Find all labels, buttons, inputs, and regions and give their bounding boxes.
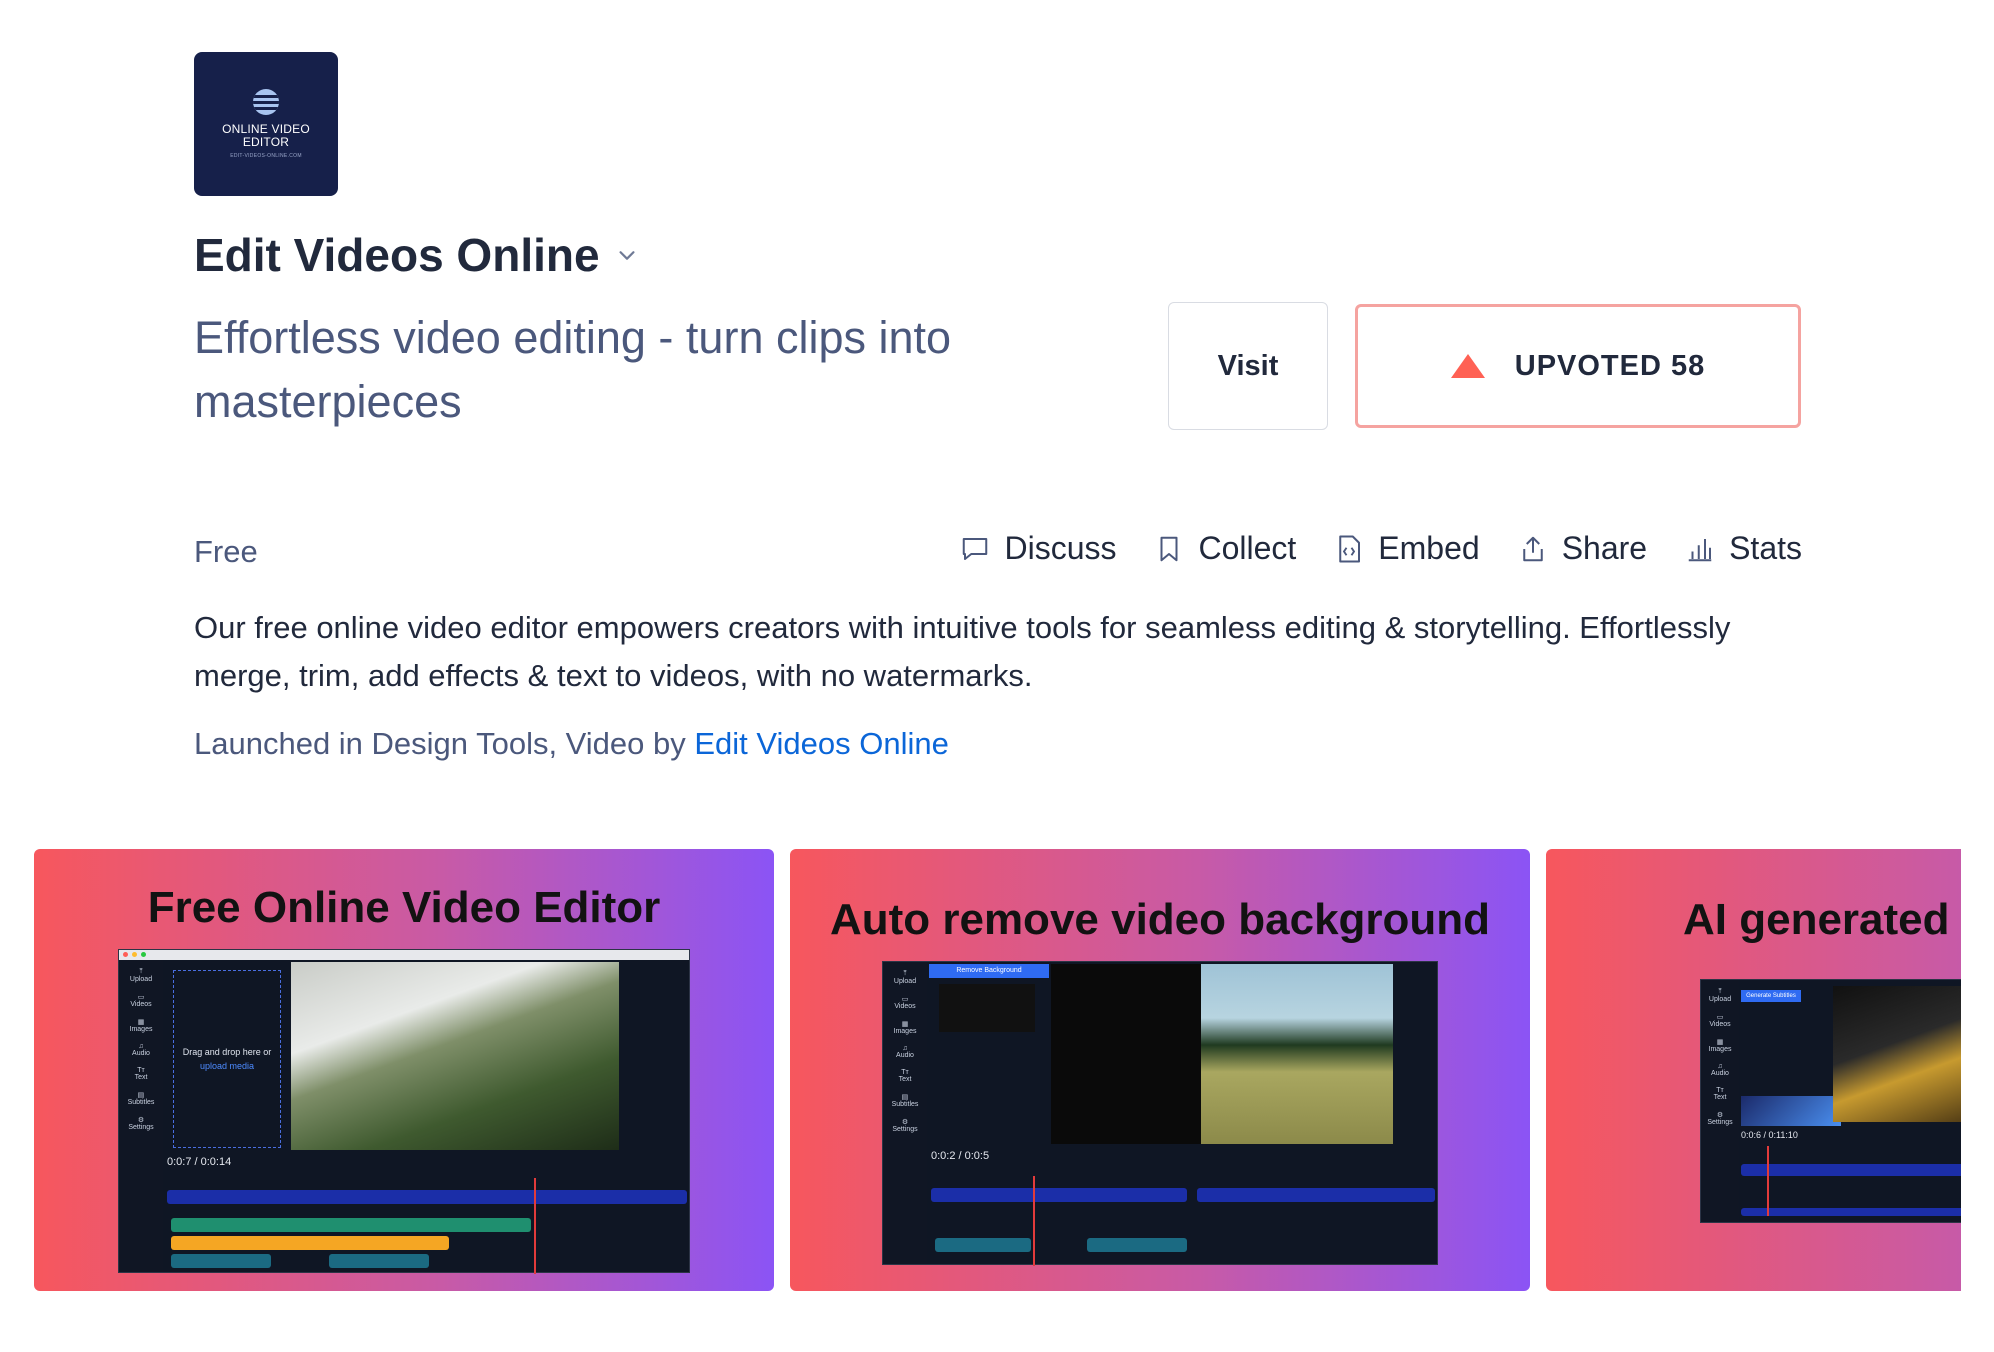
share-icon [1522, 536, 1543, 561]
editor-screenshot: ⤒ Upload ▭ Videos ▦ Images ♫ Audio Tт Text ▤ Subtit… [882, 961, 1438, 1266]
product-tagline: Effortless video editing - turn clips in… [194, 312, 952, 427]
maker-link[interactable]: Edit Videos Online [694, 726, 948, 761]
share-button[interactable]: Share [1518, 530, 1647, 567]
product-logo[interactable]: ONLINE VIDEO EDITOR EDIT-VIDEOS-ONLINE.C… [194, 52, 338, 196]
embed-button[interactable]: Embed [1334, 530, 1480, 567]
chevron-down-icon[interactable] [616, 244, 638, 266]
gallery-card-title: Free Online Video Editor [147, 883, 661, 932]
bar-chart-icon [1688, 538, 1712, 561]
upvote-label: UPVOTED 58 [1514, 349, 1706, 382]
globe-icon [253, 89, 279, 115]
stats-button[interactable]: Stats [1685, 530, 1802, 567]
editor-screenshot: ⤒ Upload ▭ Videos ▦ Images ♫ Audio Tт Text ⚙ Settin… [1700, 979, 1961, 1223]
product-description: Our free online video editor empowers cr… [194, 610, 1731, 693]
upvote-button[interactable]: UPVOTED 58 [1355, 304, 1801, 428]
gallery-card-1[interactable]: Free Online Video Editor ⤒ Upload ▭ Videos ▦… [34, 849, 774, 1291]
action-bar: Discuss Collect Embed Share Stats [960, 530, 1802, 567]
gallery-card-3[interactable]: AI generated ⤒ Upload ▭ Videos ▦ Images ♫ Audio… [1546, 849, 1961, 1291]
comment-icon [963, 537, 988, 560]
upvote-triangle-icon [1450, 354, 1485, 378]
launched-info: Launched in Design Tools, Video by Edit … [194, 726, 949, 762]
editor-screenshot: ⤒ Upload ▭ Videos ▦ Images ♫ Audio Tт Text ▤ Subtit… [118, 949, 690, 1274]
gallery-card-title: Auto remove video background [829, 895, 1491, 944]
product-title-row[interactable]: Edit Videos Online [194, 228, 638, 282]
gallery-card-title: AI generated [1683, 895, 1950, 944]
product-title: Edit Videos Online [194, 229, 600, 281]
stats-label: Stats [1729, 530, 1802, 566]
code-file-icon [1339, 535, 1361, 562]
share-label: Share [1561, 530, 1648, 566]
collect-label: Collect [1198, 530, 1297, 566]
gallery-card-2[interactable]: Auto remove video background ⤒ Upload ▭ Vid… [790, 849, 1530, 1291]
collect-button[interactable]: Collect [1154, 530, 1296, 567]
video-preview [1833, 986, 1961, 1122]
editor-sidebar: ⤒ Upload ▭ Videos ▦ Images ♫ Audio Tт Text ⚙ Settin… [1701, 980, 1739, 1222]
media-gallery[interactable]: Free Online Video Editor ⤒ Upload ▭ Videos ▦… [34, 849, 1961, 1291]
embed-label: Embed [1378, 530, 1480, 566]
video-preview [291, 962, 619, 1150]
pricing-label: Free [194, 534, 258, 569]
bookmark-icon [1160, 536, 1178, 561]
video-preview [1051, 964, 1393, 1144]
editor-sidebar: ⤒ Upload ▭ Videos ▦ Images ♫ Audio Tт Text ▤ Subtit… [883, 962, 927, 1264]
logo-text-line2: EDITOR [242, 135, 290, 149]
launched-prefix: Launched in Design Tools, Video by [194, 726, 695, 761]
editor-sidebar: ⤒ Upload ▭ Videos ▦ Images ♫ Audio Tт Text ▤ Subtit… [119, 960, 163, 1272]
discuss-label: Discuss [1004, 530, 1117, 566]
drop-zone: Drag and drop here or upload media [173, 970, 281, 1148]
discuss-button[interactable]: Discuss [960, 530, 1116, 567]
visit-button[interactable]: Visit [1168, 302, 1328, 430]
logo-text-line3: EDIT-VIDEOS-ONLINE.COM [230, 153, 302, 159]
